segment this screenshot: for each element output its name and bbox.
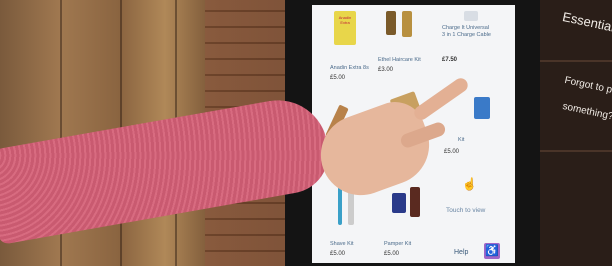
product-price: £5.00: [384, 251, 400, 257]
product-image: [338, 187, 342, 225]
touch-to-view-label: Touch to view: [446, 207, 486, 214]
essentials-sign: Essentials Forgot to pack something?: [540, 0, 612, 266]
product-image: [386, 11, 396, 35]
product-price: £5.00: [444, 149, 460, 155]
product-price: £5.00: [330, 251, 346, 257]
product-name: Ethel Haircare Kit: [378, 57, 421, 63]
product-image: Anadin Extra: [334, 11, 356, 45]
product-name: Shave Kit: [330, 241, 354, 247]
product-price: £5.00: [330, 75, 346, 81]
help-button[interactable]: Help: [454, 249, 468, 256]
sign-divider: [540, 150, 612, 152]
sign-divider: [540, 60, 612, 62]
product-name: Anadin Extra 8s: [330, 65, 369, 71]
product-image: [464, 11, 478, 21]
product-name: Kit: [458, 137, 465, 143]
product-name: Pamper Kit: [384, 241, 412, 247]
sign-line: Forgot to pack: [563, 74, 612, 100]
product-price: £3.00: [378, 67, 394, 73]
product-image: [474, 97, 490, 119]
product-name: Charge It Universal 3 in 1 Charge Cable: [442, 25, 491, 38]
wheelchair-icon[interactable]: ♿: [484, 243, 500, 259]
product-image: [410, 187, 420, 217]
brand-label: Anadin Extra: [338, 15, 352, 25]
tap-hand-icon: ☝: [462, 177, 477, 191]
product-price: £7.50: [442, 57, 458, 63]
photo-scene: Anadin Extra Anadin Extra 8s £5.00 Ethel…: [0, 0, 612, 266]
product-image: [402, 11, 412, 37]
product-image: [392, 193, 406, 213]
sign-line: something?: [561, 100, 612, 123]
sign-title: Essentials: [561, 9, 612, 37]
